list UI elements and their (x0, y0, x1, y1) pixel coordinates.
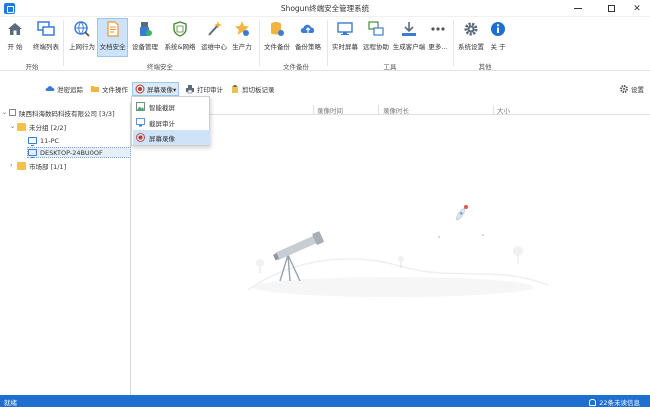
menu-item-screenshot-audit[interactable]: 截屏审计 (133, 115, 210, 130)
ribbon-more-button[interactable]: 更多... (427, 19, 449, 55)
ribbon-about-button[interactable]: 关 于 (487, 19, 509, 55)
cloud-trace-icon (45, 84, 55, 94)
monitors-icon (35, 19, 57, 39)
title-bar: Shogun终端安全管理系统 ✕ (0, 0, 650, 17)
menu-item-screen-record[interactable]: 屏幕录像 (133, 130, 210, 145)
globe-search-icon (71, 19, 93, 39)
ribbon-ops-center-button[interactable]: 运维中心 (200, 19, 228, 55)
chevron-down-icon[interactable]: ⌄ (2, 109, 9, 116)
computer-icon (28, 137, 37, 146)
file-ops-button[interactable]: 文件操作 (90, 82, 128, 96)
info-icon (487, 19, 509, 39)
record-icon (136, 133, 145, 142)
ribbon-system-network-button[interactable]: 系统&网络 (163, 19, 197, 55)
ribbon-file-backup-button[interactable]: 文件备份 (263, 19, 291, 55)
minimize-button[interactable] (565, 0, 591, 17)
image-icon (136, 102, 145, 111)
ribbon-group-label: 文件备份 (283, 63, 309, 71)
more-icon (427, 19, 449, 39)
usb-device-icon (134, 19, 156, 39)
chevron-down-icon[interactable]: ⌄ (10, 123, 17, 130)
chevron-right-icon[interactable]: › (10, 162, 17, 169)
tree-checkbox[interactable] (9, 109, 16, 116)
terminal-tree: ⌄ 陕西科海数码科技有限公司 [3/3] ⌄ 未分组 [2/2] 11-PC D… (0, 103, 131, 395)
ribbon-backup-policy-button[interactable]: 备份策略 (294, 19, 322, 55)
folder-icon (17, 161, 26, 170)
tree-node-group-ungrouped[interactable]: ⌄ 未分组 [2/2] (10, 121, 66, 132)
database-icon (266, 19, 288, 39)
tree-node-pc-selected[interactable]: DESKTOP-24BU0OF (27, 147, 131, 158)
empty-state-illustration (247, 205, 549, 297)
remote-icon (365, 19, 387, 39)
ribbon-separator (63, 20, 64, 66)
record-icon (135, 84, 145, 94)
screen-record-dropdown[interactable]: 屏幕录像▾ (132, 82, 180, 96)
ribbon-device-mgmt-button[interactable]: 设备管理 (131, 19, 159, 55)
menu-item-smart-screenshot[interactable]: 智能截屏 (133, 99, 210, 114)
toolbar: 泄密追踪 文件操作 屏幕录像▾ 打印审计 剪切板记录 设置 (0, 79, 650, 99)
cloud-upload-icon (297, 19, 319, 39)
settings-button[interactable]: 设置 (619, 82, 644, 96)
ribbon-live-screen-button[interactable]: 实时屏幕 (331, 19, 359, 55)
magic-wand-icon (203, 19, 225, 39)
screen-icon (334, 19, 356, 39)
gear-icon (460, 19, 482, 39)
tree-node-root[interactable]: ⌄ 陕西科海数码科技有限公司 [3/3] (2, 107, 115, 118)
column-header[interactable]: 录像时间 (317, 105, 343, 115)
ribbon-terminal-list-button[interactable]: 终端列表 (32, 19, 60, 55)
column-header[interactable]: 录像时长 (383, 105, 409, 115)
ribbon-separator (453, 20, 454, 66)
folder-icon (17, 122, 26, 131)
ribbon-group-label: 其他 (478, 63, 492, 71)
column-header[interactable]: 大小 (497, 105, 510, 115)
print-audit-button[interactable]: 打印审计 (185, 82, 223, 96)
ribbon-productivity-button[interactable]: 生产力 (231, 19, 253, 55)
bell-icon (589, 398, 597, 406)
folder-icon (90, 84, 100, 94)
tree-node-group-market[interactable]: › 市场部 [1/1] (10, 160, 66, 171)
ribbon-gen-client-button[interactable]: 生成客户端 (392, 19, 426, 55)
close-button[interactable]: ✕ (624, 0, 650, 17)
ribbon-group-label: 终端安全 (147, 63, 173, 71)
gear-icon (619, 84, 629, 94)
leak-trace-button[interactable]: 泄密追踪 (45, 82, 83, 96)
ribbon-web-behavior-button[interactable]: 上网行为 (68, 19, 96, 55)
screen-icon (136, 118, 145, 127)
star-person-icon (231, 19, 253, 39)
maximize-button[interactable] (598, 0, 624, 17)
document-lock-icon (102, 19, 124, 39)
unread-messages[interactable]: 22条未读信息 (589, 397, 640, 407)
clipboard-log-button[interactable]: 剪切板记录 (230, 82, 275, 96)
status-text: 就绪 (4, 399, 17, 407)
home-icon (4, 19, 26, 39)
ribbon-doc-security-button[interactable]: 文档安全 (97, 18, 128, 57)
ribbon-system-settings-button[interactable]: 系统设置 (457, 19, 485, 55)
ribbon: 开 始 终端列表 上网行为 文档安全 设备管理 系统&网络 运维中心 生产力 文… (0, 17, 650, 71)
printer-icon (185, 84, 195, 94)
ribbon-remote-assist-button[interactable]: 远程协助 (362, 19, 390, 55)
shield-icon (169, 19, 191, 39)
ribbon-home-button[interactable]: 开 始 (4, 19, 26, 55)
download-icon (398, 19, 420, 39)
tree-node-pc[interactable]: 11-PC (28, 135, 59, 146)
clipboard-icon (230, 84, 240, 94)
computer-icon (28, 149, 37, 158)
ribbon-separator (259, 20, 260, 66)
window-title: Shogun终端安全管理系统 (280, 4, 370, 13)
ribbon-separator (327, 20, 328, 66)
ribbon-group-label: 开始 (25, 63, 39, 71)
status-bar: 就绪 22条未读信息 (0, 395, 650, 407)
ribbon-group-label: 工具 (383, 63, 397, 71)
screen-record-menu: 智能截屏 截屏审计 屏幕录像 (131, 96, 210, 146)
